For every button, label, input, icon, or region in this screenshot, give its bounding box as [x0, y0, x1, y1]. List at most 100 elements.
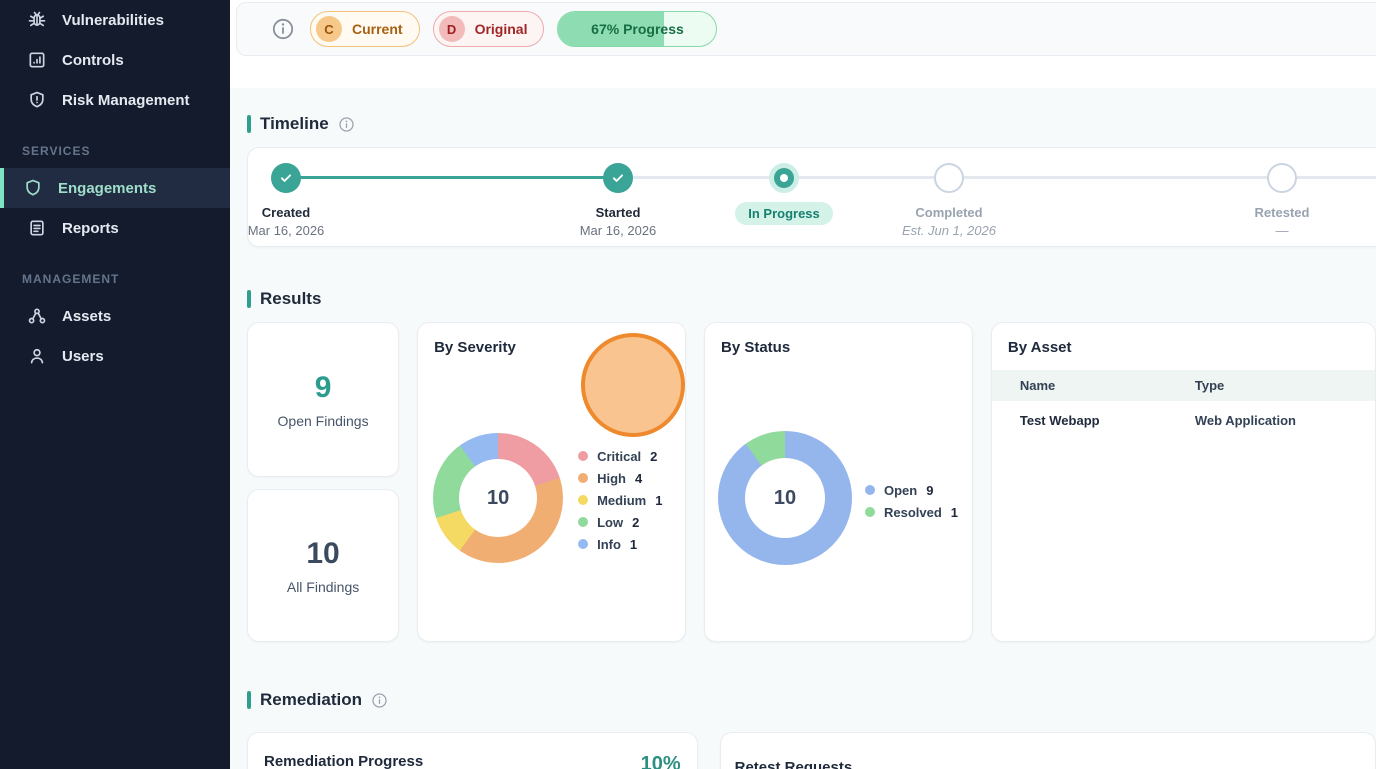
sidebar-item-engagements[interactable]: Engagements: [0, 168, 230, 208]
original-version-badge[interactable]: D Original: [432, 11, 545, 47]
retest-requests-card: Retest Requests: [719, 732, 1376, 769]
retest-requests-title: Retest Requests: [734, 759, 853, 769]
asset-table-header-row: Name Type: [991, 370, 1375, 401]
original-avatar: D: [438, 16, 465, 42]
table-row[interactable]: Test Webapp Web Application: [992, 401, 1375, 438]
sidebar-item-label: Vulnerabilities: [62, 11, 164, 29]
stat-column: 9 Open Findings 10 All Findings: [247, 322, 400, 642]
in-progress-badge: In Progress: [735, 202, 833, 225]
milestone-started: Started Mar 16, 2026: [538, 163, 698, 238]
legend-item: Resolved 1: [864, 501, 959, 523]
asset-name-cell: Test Webapp: [1019, 413, 1100, 428]
sidebar-nav: Vulnerabilities Controls Risk Management…: [0, 0, 230, 376]
legend-value: 1: [950, 504, 959, 520]
app-root: Vulnerabilities Controls Risk Management…: [0, 0, 1376, 769]
legend-value: 2: [650, 448, 658, 464]
asset-table: Name Type Test Webapp Web Application: [991, 370, 1375, 438]
sidebar-item-label: Risk Management: [62, 91, 190, 109]
milestone-label: Retested: [1254, 205, 1310, 220]
info-icon[interactable]: [271, 17, 295, 41]
legend-dot: [578, 473, 589, 483]
milestone-date: Mar 16, 2026: [247, 223, 325, 238]
legend-dot: [578, 495, 589, 505]
legend-dot: [578, 539, 589, 549]
chart-title: By Severity: [434, 339, 516, 356]
progress-label: 67% Progress: [591, 21, 684, 37]
chart-title: By Asset: [1007, 339, 1072, 356]
remediation-section-title: Remediation: [247, 690, 1376, 710]
remediation-row: Remediation Progress 10% Retest Requests: [247, 732, 1376, 769]
pending-step-icon: [934, 163, 964, 193]
status-donut-chart: 10: [717, 431, 852, 565]
sidebar-item-risk-management[interactable]: Risk Management: [0, 80, 230, 120]
severity-legend: Critical 2 High 4 Medium 1 Low 2 Info 1: [578, 445, 662, 555]
content: Timeline Created Mar 16, 2026 Started Ma…: [230, 88, 1376, 769]
main: C Current D Original 67% Progress Timeli…: [230, 0, 1376, 769]
legend-label: Low: [597, 514, 624, 530]
legend-value: 2: [632, 514, 640, 530]
open-findings-value: 9: [314, 370, 332, 404]
section-heading: Timeline: [260, 114, 329, 133]
sidebar-item-reports[interactable]: Reports: [0, 208, 230, 248]
donut-center-label: 10: [744, 458, 825, 538]
legend-label: Critical: [597, 448, 642, 464]
legend-label: Info: [597, 536, 621, 552]
sidebar-item-vulnerabilities[interactable]: Vulnerabilities: [0, 0, 230, 40]
current-version-badge[interactable]: C Current: [310, 11, 420, 47]
legend-value: 9: [926, 482, 934, 498]
legend-dot: [578, 451, 589, 461]
column-header-name: Name: [1019, 378, 1056, 393]
section-heading: Remediation: [260, 690, 363, 709]
legend-item: Low 2: [578, 511, 662, 533]
legend-label: Medium: [597, 492, 647, 508]
status-legend: Open 9 Resolved 1: [864, 479, 959, 523]
sidebar-item-controls[interactable]: Controls: [0, 40, 230, 80]
current-label: Current: [352, 21, 403, 37]
open-findings-label: Open Findings: [277, 412, 369, 429]
remediation-progress-value: 10%: [640, 753, 681, 769]
sidebar-item-label: Controls: [62, 51, 124, 69]
legend-dot: [578, 517, 589, 527]
bar-chart-icon: [26, 49, 48, 71]
asset-type-cell: Web Application: [1194, 413, 1296, 428]
legend-item: Info 1: [578, 533, 662, 555]
milestone-completed: Completed Est. Jun 1, 2026: [869, 163, 1029, 238]
check-icon: [603, 163, 633, 193]
sidebar-section-management: MANAGEMENT: [22, 272, 120, 286]
by-severity-card: By Severity 10 Critical 2 High 4 Medium 1 L…: [417, 322, 686, 642]
sidebar-section-services: SERVICES: [22, 144, 91, 158]
legend-label: Resolved: [883, 504, 942, 520]
legend-item: Open 9: [864, 479, 958, 501]
milestone-date: —: [1275, 223, 1289, 238]
legend-value: 1: [629, 536, 638, 552]
shield-icon: [22, 177, 44, 199]
pending-step-icon: [1267, 163, 1297, 193]
all-findings-label: All Findings: [286, 578, 360, 595]
remediation-progress-title: Remediation Progress: [264, 753, 424, 769]
info-icon[interactable]: [371, 692, 388, 709]
sidebar-item-label: Assets: [62, 307, 112, 325]
shield-alert-icon: [26, 89, 48, 111]
legend-value: 1: [655, 492, 663, 508]
accent-bar: [247, 290, 251, 308]
by-status-card: By Status 10 Open 9 Resolved 1: [703, 322, 973, 642]
top-bar: C Current D Original 67% Progress: [230, 0, 1376, 88]
remediation-progress-card: Remediation Progress 10%: [247, 732, 698, 769]
info-icon[interactable]: [338, 116, 355, 133]
timeline-section-title: Timeline: [247, 114, 1376, 134]
results-section-title: Results: [247, 289, 1376, 309]
report-icon: [26, 217, 48, 239]
legend-item: Medium 1: [578, 489, 662, 511]
original-label: Original: [474, 21, 528, 37]
legend-label: Open: [883, 482, 918, 498]
milestone-label: Created: [261, 205, 311, 220]
donut-center-label: 10: [459, 459, 538, 537]
column-header-type: Type: [1194, 378, 1225, 393]
by-asset-card: By Asset Name Type Test Webapp Web Appli…: [990, 322, 1376, 642]
all-findings-value: 10: [306, 536, 340, 570]
sidebar-item-users[interactable]: Users: [0, 336, 230, 376]
user-icon: [26, 345, 48, 367]
current-avatar: C: [316, 16, 342, 42]
bug-icon: [26, 9, 48, 31]
sidebar-item-assets[interactable]: Assets: [0, 296, 230, 336]
